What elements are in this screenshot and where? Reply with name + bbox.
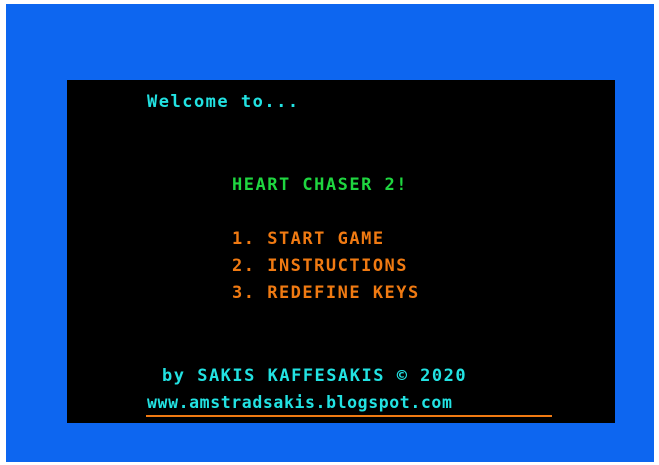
- game-title: HEART CHASER 2!: [232, 175, 409, 195]
- website-link[interactable]: www.amstradsakis.blogspot.com: [147, 393, 452, 413]
- welcome-text: Welcome to...: [147, 92, 300, 112]
- game-screen: Welcome to... HEART CHASER 2! 1. START G…: [67, 80, 615, 423]
- game-window: Welcome to... HEART CHASER 2! 1. START G…: [0, 0, 659, 465]
- menu-item-instructions[interactable]: 2. INSTRUCTIONS: [232, 256, 408, 276]
- author-credit: by SAKIS KAFFESAKIS © 2020: [162, 366, 468, 386]
- link-underline: [146, 415, 552, 417]
- menu-item-redefine-keys[interactable]: 3. REDEFINE KEYS: [232, 283, 420, 303]
- menu-item-start-game[interactable]: 1. START GAME: [232, 229, 385, 249]
- screen-border: Welcome to... HEART CHASER 2! 1. START G…: [6, 4, 654, 462]
